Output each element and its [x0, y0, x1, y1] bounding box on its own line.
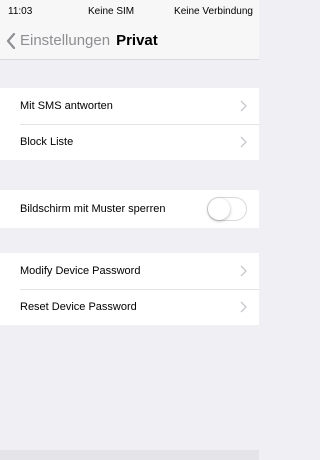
status-network: Keine Verbindung — [174, 5, 253, 17]
row-block-list[interactable]: Block Liste — [0, 124, 259, 160]
bottom-edge — [0, 450, 259, 460]
toggle-knob — [208, 198, 230, 220]
row-label: Mit SMS antworten — [20, 100, 113, 112]
page-title: Privat — [116, 32, 158, 49]
status-bar: 11:03 Keine SIM Keine Verbindung — [0, 0, 259, 22]
settings-group-messages: Mit SMS antworten Block Liste — [0, 88, 259, 160]
back-button[interactable]: Einstellungen — [6, 32, 110, 49]
row-reset-password[interactable]: Reset Device Password — [0, 289, 259, 325]
navigation-bar: Einstellungen Privat — [0, 22, 259, 60]
chevron-right-icon — [240, 301, 247, 313]
row-label: Modify Device Password — [20, 265, 141, 277]
chevron-right-icon — [240, 136, 247, 148]
settings-group-pattern: Bildschirm mit Muster sperren — [0, 190, 259, 228]
status-time: 11:03 — [8, 5, 33, 17]
chevron-right-icon — [240, 100, 247, 112]
back-button-label: Einstellungen — [20, 32, 111, 49]
row-label: Bildschirm mit Muster sperren — [20, 203, 166, 215]
row-modify-password[interactable]: Modify Device Password — [0, 253, 259, 289]
chevron-left-icon — [6, 32, 16, 49]
row-sms-reply[interactable]: Mit SMS antworten — [0, 88, 259, 124]
status-carrier: Keine SIM — [88, 5, 135, 17]
row-label: Block Liste — [20, 136, 74, 148]
row-label: Reset Device Password — [20, 301, 137, 313]
pattern-lock-toggle[interactable] — [207, 197, 247, 221]
row-pattern-lock: Bildschirm mit Muster sperren — [0, 190, 259, 228]
settings-group-password: Modify Device Password Reset Device Pass… — [0, 253, 259, 325]
chevron-right-icon — [240, 265, 247, 277]
